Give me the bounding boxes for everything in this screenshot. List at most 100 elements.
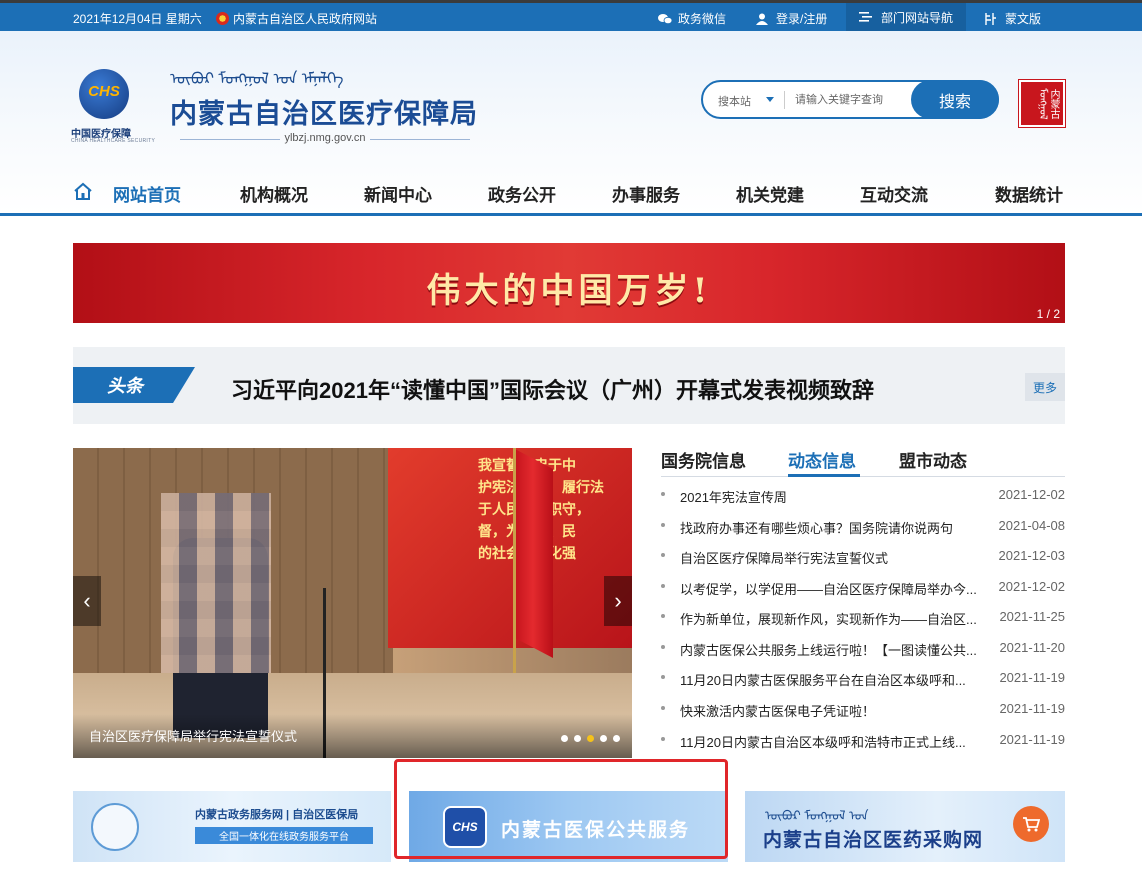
- banner-text: 伟大的中国万岁!: [426, 271, 712, 311]
- gov-site-link[interactable]: 内蒙古自治区人民政府网站: [216, 10, 377, 27]
- news-title[interactable]: 快来激活内蒙古医保电子凭证啦！: [680, 701, 980, 720]
- chs-logo[interactable]: CHS: [79, 69, 129, 119]
- news-date: 2021-11-25: [999, 609, 1065, 624]
- news-title[interactable]: 作为新单位，展现新作风，实现新作为——自治区...: [680, 609, 980, 628]
- menu-icon: [858, 12, 872, 22]
- carousel-dot-active[interactable]: [587, 735, 594, 742]
- wechat-label: 政务微信: [678, 12, 727, 26]
- news-title[interactable]: 11月20日内蒙古自治区本级呼和浩特市正式上线...: [680, 732, 980, 751]
- news-title[interactable]: 找政府办事还有哪些烦心事？国务院请你说两句: [680, 518, 980, 537]
- list-item[interactable]: 自治区医疗保障局举行宪法宣誓仪式 2021-12-03: [661, 546, 1065, 566]
- news-title[interactable]: 2021年宪法宣传周: [680, 487, 980, 506]
- news-date: 2021-12-02: [998, 487, 1066, 502]
- carousel-dot[interactable]: [574, 735, 581, 742]
- carousel-dot[interactable]: [561, 735, 568, 742]
- logo-caption-en: CHINA HEALTHCARE SECURITY: [71, 138, 156, 144]
- nav-services[interactable]: 办事服务: [612, 181, 680, 206]
- mongolian-version-label: 蒙文版: [1005, 12, 1042, 26]
- nav-news[interactable]: 新闻中心: [364, 181, 432, 206]
- news-date: 2021-11-19: [999, 670, 1065, 685]
- dept-nav-label: 部门网站导航: [880, 10, 953, 25]
- search-divider: [784, 91, 785, 109]
- nav-gov-affairs[interactable]: 政务公开: [488, 181, 556, 206]
- search-input[interactable]: [793, 90, 908, 110]
- home-icon[interactable]: [73, 182, 93, 200]
- news-date: 2021-12-02: [998, 579, 1066, 594]
- tab-league-city[interactable]: 盟市动态: [899, 447, 967, 472]
- search-button[interactable]: 搜索: [911, 80, 999, 119]
- list-item[interactable]: 11月20日内蒙古医保服务平台在自治区本级呼和... 2021-11-19: [661, 668, 1065, 688]
- news-title[interactable]: 以考促学，以学促用——自治区医疗保障局举办今...: [680, 579, 980, 598]
- top-banner[interactable]: 伟大的中国万岁! 1 / 2: [73, 243, 1065, 323]
- site-title[interactable]: 内蒙古自治区医疗保障局: [170, 92, 478, 131]
- emblem-badge-icon: [91, 803, 139, 851]
- gov-service-banner[interactable]: 内蒙古政务服务网 | 自治区医保局 全国一体化在线政务服务平台: [73, 791, 391, 862]
- site-header: CHS 中国医疗保障 CHINA HEALTHCARE SECURITY ᠥᠪᠦ…: [0, 31, 1142, 216]
- carousel-dot[interactable]: [600, 735, 607, 742]
- main-nav: 网站首页 机构概况 新闻中心 政务公开 办事服务 机关党建 互动交流 数据统计: [0, 170, 1142, 214]
- carousel-caption[interactable]: 自治区医疗保障局举行宪法宣誓仪式: [89, 726, 297, 745]
- dept-nav-button[interactable]: 部门网站导航: [846, 3, 966, 31]
- logo-mark: CHS: [88, 83, 120, 100]
- site-domain: ylbzj.nmg.gov.cn: [170, 132, 480, 144]
- flag-pole: [513, 448, 516, 678]
- list-item[interactable]: 11月20日内蒙古自治区本级呼和浩特市正式上线... 2021-11-19: [661, 730, 1065, 750]
- nav-party[interactable]: 机关党建: [736, 181, 804, 206]
- bullet-icon: [661, 553, 665, 557]
- emblem-icon: [216, 12, 229, 25]
- bullet-icon: [661, 614, 665, 618]
- nav-interaction[interactable]: 互动交流: [860, 181, 928, 206]
- wechat-icon: [658, 13, 672, 24]
- nav-home[interactable]: 网站首页: [113, 181, 181, 206]
- list-item[interactable]: 快来激活内蒙古医保电子凭证啦！ 2021-11-19: [661, 699, 1065, 719]
- svc3-title: 内蒙古自治区医药采购网: [763, 830, 984, 851]
- medicine-procurement-banner[interactable]: ᠥᠪᠦᠷ ᠮᠣᠩᠭᠣᠯ ᠤᠨ 内蒙古自治区医药采购网: [745, 791, 1065, 862]
- photo-carousel[interactable]: 我宣誓：忠于中 护宪法权威，履行法 于人民，尽职守， 督，为富强、民 的社会现代…: [73, 448, 632, 758]
- nav-statistics[interactable]: 数据统计: [995, 181, 1063, 206]
- list-item[interactable]: 内蒙古医保公共服务上线运行啦！【一图读懂公共... 2021-11-20: [661, 638, 1065, 658]
- bullet-icon: [661, 675, 665, 679]
- bullet-icon: [661, 706, 665, 710]
- nav-about[interactable]: 机构概况: [240, 181, 308, 206]
- login-link[interactable]: 登录/注册: [756, 10, 827, 27]
- carousel-next-button[interactable]: ›: [604, 576, 632, 626]
- list-item[interactable]: 以考促学，以学促用——自治区医疗保障局举办今... 2021-12-02: [661, 577, 1065, 597]
- user-icon: [756, 13, 768, 25]
- news-title[interactable]: 内蒙古医保公共服务上线运行啦！【一图读懂公共...: [680, 640, 980, 659]
- news-date: 2021-11-19: [999, 732, 1065, 747]
- bullet-icon: [661, 645, 665, 649]
- seal-logo: 内蒙古ᠮᠣᠩᠭᠣᠯ: [1018, 79, 1066, 128]
- carousel-prev-button[interactable]: ‹: [73, 576, 101, 626]
- search-scope-select[interactable]: 搜本站: [718, 93, 751, 109]
- mongolian-version-link[interactable]: 蒙文版: [983, 10, 1041, 27]
- photo-screen: 我宣誓：忠于中 护宪法权威，履行法 于人民，尽职守， 督，为富强、民 的社会现代…: [388, 448, 632, 648]
- chevron-down-icon[interactable]: [766, 97, 774, 102]
- news-date: 2021-11-20: [999, 640, 1065, 655]
- news-date: 2021-04-08: [998, 518, 1066, 533]
- carousel-dot[interactable]: [613, 735, 620, 742]
- tab-dynamic-info[interactable]: 动态信息: [788, 447, 856, 472]
- mongol-icon: [985, 12, 996, 25]
- bullet-icon: [661, 523, 665, 527]
- list-item[interactable]: 找政府办事还有哪些烦心事？国务院请你说两句 2021-04-08: [661, 516, 1065, 536]
- flag-graphic: [513, 448, 553, 658]
- list-item[interactable]: 作为新单位，展现新作风，实现新作为——自治区... 2021-11-25: [661, 607, 1065, 627]
- headline-bar: 头条 习近平向2021年“读懂中国”国际会议（广州）开幕式发表视频致辞 更多: [73, 347, 1065, 424]
- tab-state-council[interactable]: 国务院信息: [661, 447, 746, 472]
- list-item[interactable]: 2021年宪法宣传周 2021-12-02: [661, 485, 1065, 505]
- headline-title[interactable]: 习近平向2021年“读懂中国”国际会议（广州）开幕式发表视频致辞: [231, 373, 874, 405]
- gov-site-label: 内蒙古自治区人民政府网站: [233, 12, 378, 26]
- top-bar: 2021年12月04日 星期六 内蒙古自治区人民政府网站 政务微信 登录/注册 …: [0, 0, 1142, 31]
- news-date: 2021-11-19: [999, 701, 1065, 716]
- svc1-title: 内蒙古政务服务网 | 自治区医保局: [195, 809, 359, 821]
- active-tab-underline: [788, 474, 860, 477]
- annotation-highlight-box: [394, 759, 728, 859]
- banner-page-indicator: 1 / 2: [1036, 307, 1060, 321]
- news-title[interactable]: 11月20日内蒙古医保服务平台在自治区本级呼和...: [680, 670, 980, 689]
- news-title[interactable]: 自治区医疗保障局举行宪法宣誓仪式: [680, 548, 980, 567]
- more-button[interactable]: 更多: [1025, 373, 1065, 401]
- wechat-link[interactable]: 政务微信: [658, 10, 726, 27]
- login-label: 登录/注册: [776, 12, 828, 26]
- cart-icon: [1013, 806, 1049, 842]
- news-date: 2021-12-03: [998, 548, 1066, 563]
